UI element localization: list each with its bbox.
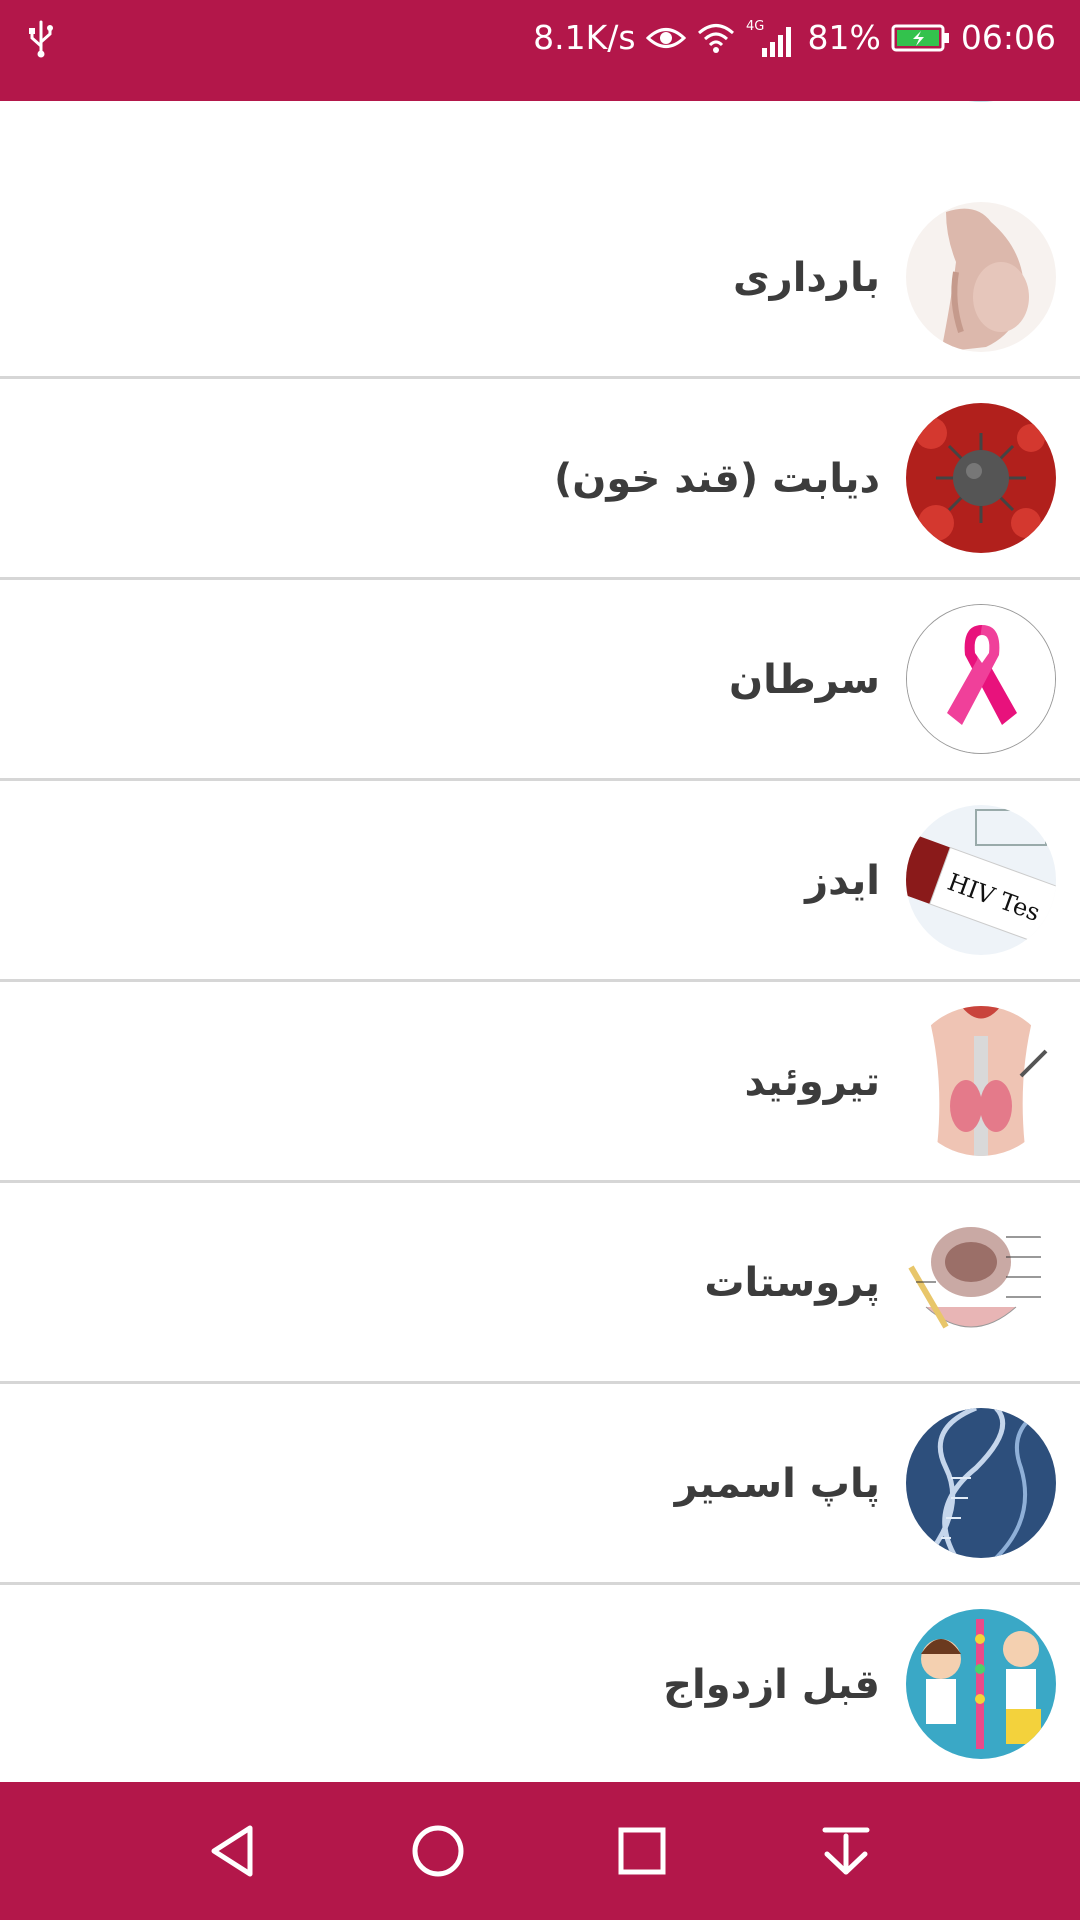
virus-thumbnail [906, 403, 1056, 553]
status-indicators: 8.1K/s 4G 81% 06:06 [533, 16, 1056, 60]
category-list: بارداری دیابت (قند خون) سرطان ایدز HIV T… [0, 101, 1080, 1782]
battery-percent: 81% [807, 18, 881, 57]
eye-icon [645, 23, 686, 53]
list-item-label: پروستات [704, 1259, 880, 1306]
signal-icon: 4G [746, 18, 798, 58]
pregnancy-thumbnail [906, 202, 1056, 352]
list-item-premarital[interactable]: قبل ازدواج [0, 1585, 1080, 1782]
net-speed-text: 8.1K/s [533, 18, 636, 57]
list-item-label: ایدز [805, 857, 880, 904]
usb-icon [26, 18, 56, 58]
notification-pull-icon[interactable] [811, 1816, 881, 1886]
children-lab-thumbnail [906, 1609, 1056, 1759]
list-item-pap-smear[interactable]: پاپ اسمیر [0, 1384, 1080, 1585]
dna-thumbnail [906, 1408, 1056, 1558]
list-item-pregnancy[interactable]: بارداری [0, 178, 1080, 379]
list-item-aids[interactable]: ایدز HIV Tes [0, 781, 1080, 982]
network-type-text: 4G [746, 19, 764, 34]
list-item-cancer[interactable]: سرطان [0, 580, 1080, 781]
home-icon[interactable] [403, 1816, 473, 1886]
hiv-test-tube-thumbnail: HIV Tes [906, 805, 1056, 955]
list-item-label: دیابت (قند خون) [553, 455, 880, 502]
status-bar: 8.1K/s 4G 81% 06:06 [0, 0, 1080, 101]
clock: 06:06 [960, 18, 1056, 57]
list-item-label: قبل ازدواج [663, 1661, 880, 1708]
list-item-prostate[interactable]: پروستات [0, 1183, 1080, 1384]
list-item-label: بارداری [733, 254, 880, 301]
list-item-thyroid[interactable]: تیروئید [0, 982, 1080, 1183]
thyroid-thumbnail [906, 1006, 1056, 1156]
list-item-diabetes[interactable]: دیابت (قند خون) [0, 379, 1080, 580]
pink-ribbon-thumbnail [906, 604, 1056, 754]
prostate-diagram-thumbnail [906, 1207, 1056, 1357]
list-item-label: سرطان [728, 656, 880, 703]
back-icon[interactable] [198, 1816, 268, 1886]
wifi-icon [696, 22, 736, 54]
lab-test-thumbnail [906, 101, 1056, 102]
list-item-label: پاپ اسمیر [674, 1460, 880, 1507]
battery-charging-icon [891, 23, 951, 53]
recents-icon[interactable] [607, 1816, 677, 1886]
navigation-bar [0, 1782, 1080, 1920]
list-item-label: تیروئید [744, 1058, 880, 1105]
